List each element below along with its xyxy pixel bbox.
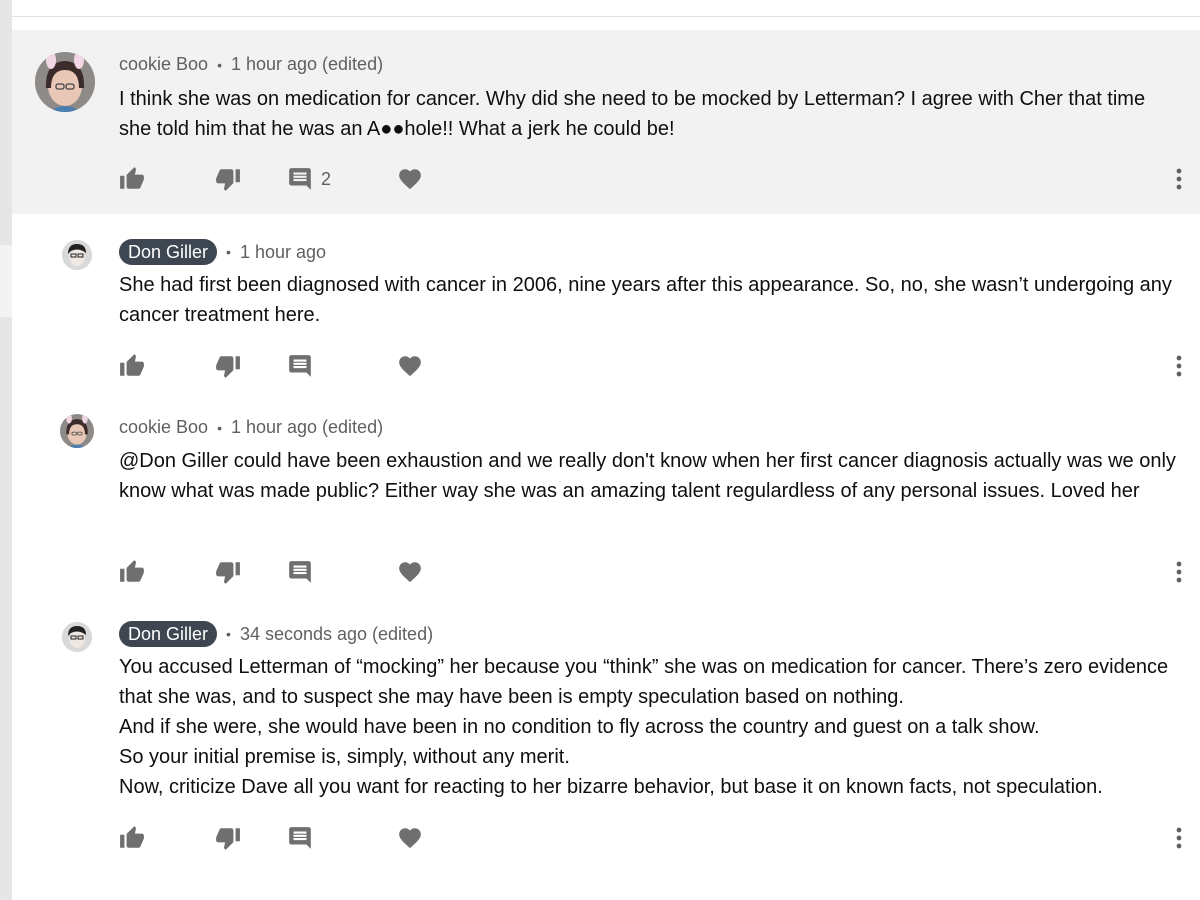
dislike-button[interactable] [215, 557, 241, 587]
reply-button[interactable] [287, 351, 313, 381]
thumb-down-icon [216, 828, 240, 850]
comment-meta: Don Giller • 34 seconds ago (edited) [119, 621, 433, 647]
separator-dot: • [226, 626, 231, 642]
left-rail-tab [0, 245, 12, 317]
comment-meta: cookie Boo • 1 hour ago (edited) [119, 417, 383, 438]
reply-button[interactable] [287, 823, 313, 853]
heart-icon [399, 356, 421, 377]
thumb-up-icon [120, 354, 144, 376]
separator-dot: • [217, 419, 222, 436]
author-badge[interactable]: Don Giller [119, 239, 218, 265]
author-name[interactable]: cookie Boo [119, 417, 208, 438]
avatar[interactable] [62, 622, 92, 652]
comment-meta: cookie Boo • 1 hour ago (edited) [119, 54, 383, 75]
reply-button[interactable]: 2 [287, 164, 331, 194]
comment-text: You accused Letterman of “mocking” her b… [119, 656, 1169, 798]
like-button[interactable] [119, 351, 145, 381]
more-options-button[interactable] [1173, 164, 1185, 194]
heart-button[interactable] [397, 823, 423, 853]
comment-item: Don Giller • 34 seconds ago (edited) You… [12, 610, 1200, 900]
comment-item: Don Giller • 1 hour ago She had first be… [12, 224, 1200, 400]
comment-text: She had first been diagnosed with cancer… [119, 274, 1172, 326]
avatar[interactable] [60, 414, 94, 448]
avatar-image [60, 414, 94, 448]
more-options-button[interactable] [1173, 351, 1185, 381]
heart-button[interactable] [397, 557, 423, 587]
avatar-image [35, 52, 95, 112]
dislike-button[interactable] [215, 351, 241, 381]
separator-dot: • [217, 56, 222, 73]
like-button[interactable] [119, 823, 145, 853]
comment-actions: 2 [119, 164, 1199, 194]
like-button[interactable] [119, 557, 145, 587]
heart-button[interactable] [397, 164, 423, 194]
heart-icon [399, 562, 421, 583]
author-name[interactable]: cookie Boo [119, 54, 208, 75]
thumb-up-icon [120, 167, 144, 189]
comment-actions [119, 351, 1199, 381]
comment-time[interactable]: 1 hour ago [240, 242, 326, 263]
comment-time[interactable]: 1 hour ago (edited) [231, 417, 383, 438]
avatar-image [62, 240, 92, 270]
avatar-image [62, 622, 92, 652]
comment-time[interactable]: 34 seconds ago (edited) [240, 624, 433, 645]
comment-actions [119, 823, 1199, 853]
separator-dot: • [226, 244, 231, 260]
like-button[interactable] [119, 164, 145, 194]
thumb-down-icon [216, 356, 240, 378]
heart-icon [399, 169, 421, 190]
more-vertical-icon [1176, 561, 1182, 583]
reply-button[interactable] [287, 557, 313, 587]
avatar[interactable] [62, 240, 92, 270]
comment-icon [289, 168, 311, 190]
left-rail [0, 0, 12, 900]
dislike-button[interactable] [215, 164, 241, 194]
dislike-button[interactable] [215, 823, 241, 853]
avatar[interactable] [35, 52, 95, 112]
comment-actions [119, 557, 1199, 587]
author-badge[interactable]: Don Giller [119, 621, 218, 647]
comment-meta: Don Giller • 1 hour ago [119, 239, 326, 265]
thumb-up-icon [120, 560, 144, 582]
comment-icon [289, 827, 311, 849]
more-vertical-icon [1176, 827, 1182, 849]
comment-item: cookie Boo • 1 hour ago (edited) I think… [12, 30, 1200, 214]
top-bar [12, 0, 1200, 17]
comment-icon [289, 355, 311, 377]
thumb-down-icon [216, 169, 240, 191]
comment-text: I think she was on medication for cancer… [119, 88, 1146, 140]
comment-item: cookie Boo • 1 hour ago (edited) @Don Gi… [12, 400, 1200, 610]
comment-text: @Don Giller could have been exhaustion a… [119, 450, 1176, 502]
comment-time[interactable]: 1 hour ago (edited) [231, 54, 383, 75]
reply-count: 2 [321, 168, 332, 189]
more-options-button[interactable] [1173, 557, 1185, 587]
more-vertical-icon [1176, 355, 1182, 377]
heart-icon [399, 828, 421, 849]
more-vertical-icon [1176, 168, 1182, 190]
heart-button[interactable] [397, 351, 423, 381]
thumb-up-icon [120, 826, 144, 848]
thumb-down-icon [216, 562, 240, 584]
more-options-button[interactable] [1173, 823, 1185, 853]
comment-icon [289, 561, 311, 583]
